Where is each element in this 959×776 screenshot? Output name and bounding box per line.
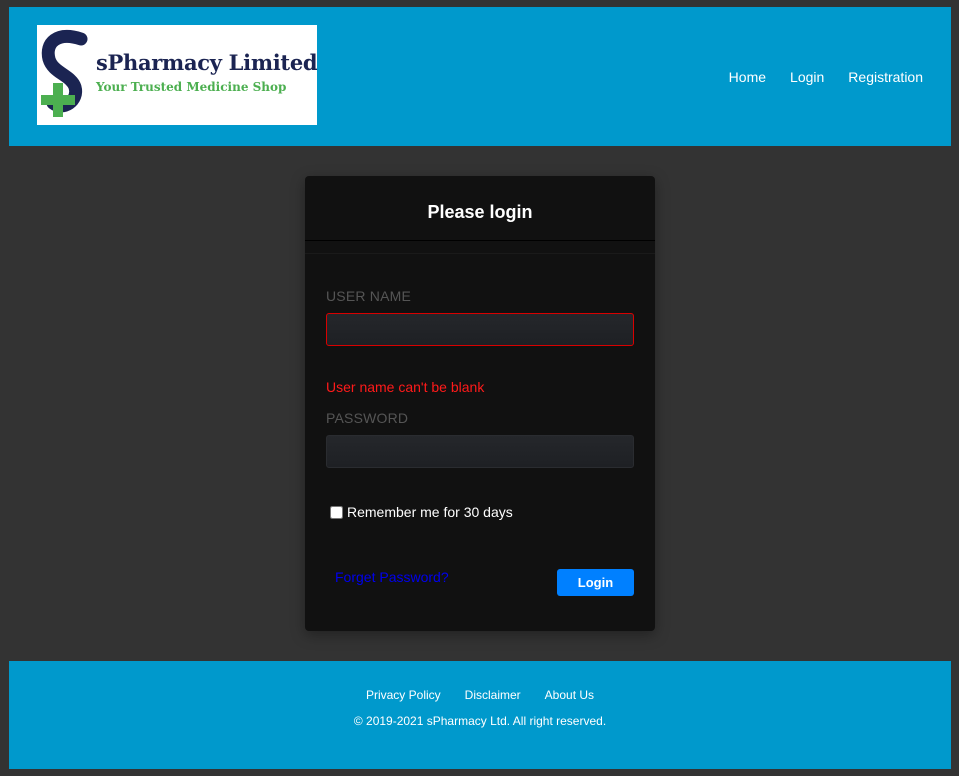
nav-registration-link[interactable]: Registration <box>848 69 923 85</box>
nav-home-link[interactable]: Home <box>729 69 766 85</box>
site-header: sPharmacy Limited Your Trusted Medicine … <box>9 7 951 146</box>
copyright-text: © 2019-2021 sPharmacy Ltd. All right res… <box>353 714 607 728</box>
footer-privacy-link[interactable]: Privacy Policy <box>366 688 441 702</box>
site-footer: Privacy Policy Disclaimer About Us © 201… <box>9 661 951 769</box>
brand-name: sPharmacy Limited <box>96 50 318 75</box>
footer-about-link[interactable]: About Us <box>545 688 594 702</box>
password-label: PASSWORD <box>326 410 409 426</box>
divider <box>305 253 655 254</box>
login-title: Please login <box>427 202 533 222</box>
footer-disclaimer-link[interactable]: Disclaimer <box>465 688 521 702</box>
s-cross-logo-icon <box>41 30 88 117</box>
remember-me-checkbox[interactable] <box>330 505 343 519</box>
divider <box>305 240 655 241</box>
remember-me-option[interactable]: Remember me for 30 days <box>330 504 513 520</box>
username-label: USER NAME <box>326 288 412 304</box>
brand-logo[interactable]: sPharmacy Limited Your Trusted Medicine … <box>37 25 318 125</box>
login-button[interactable]: Login <box>557 569 634 596</box>
footer-links: Privacy Policy Disclaimer About Us <box>9 688 951 702</box>
password-input[interactable] <box>326 435 634 468</box>
nav-login-link[interactable]: Login <box>790 69 824 85</box>
main-nav: Home Login Registration <box>729 69 923 85</box>
forgot-password-link[interactable]: Forget Password? <box>335 569 449 585</box>
username-error-message: User name can't be blank <box>326 379 485 395</box>
brand-tagline: Your Trusted Medicine Shop <box>96 80 287 94</box>
remember-me-label: Remember me for 30 days <box>347 504 513 520</box>
login-card: Please login USER NAME User name can't b… <box>305 176 655 631</box>
username-input[interactable] <box>326 313 634 346</box>
